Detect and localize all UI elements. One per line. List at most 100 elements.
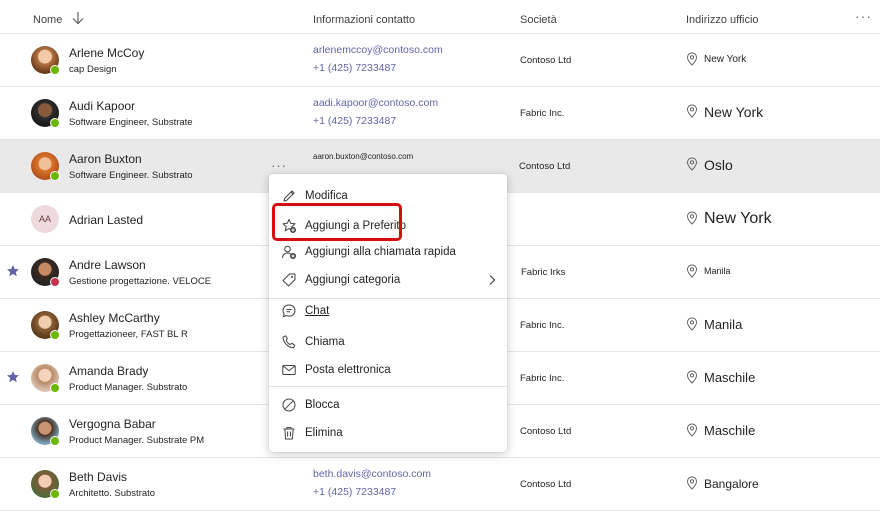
presence-available-icon (50, 489, 60, 499)
row-more-options-icon[interactable]: ··· (271, 158, 287, 173)
table-row[interactable]: Beth Davis Architetto. Substrato beth.da… (0, 458, 880, 511)
presence-available-icon (50, 436, 60, 446)
phone-icon (282, 335, 296, 349)
menu-divider (269, 386, 507, 387)
menu-item-label: Blocca (305, 399, 340, 411)
menu-item-label: Modifica (305, 190, 348, 202)
contact-email-link[interactable]: arlenemccoy@contoso.com (313, 44, 443, 56)
contact-name[interactable]: Audi Kapoor (69, 99, 135, 113)
office-address: Manila (704, 266, 731, 276)
presence-available-icon (50, 118, 60, 128)
trash-icon (283, 427, 295, 440)
contact-phone-link[interactable]: +1 (425) 7233487 (313, 62, 396, 74)
more-options-icon[interactable]: ··· (855, 8, 872, 24)
contact-name[interactable]: Vergogna Babar (69, 417, 156, 431)
office-address: Maschile (704, 423, 756, 438)
contact-company: Contoso Ltd (520, 479, 572, 490)
highlight-box (272, 203, 402, 241)
office-address: Oslo (704, 157, 733, 173)
person-add-icon (282, 245, 296, 259)
contact-title: Product Manager. Substrato (69, 382, 188, 393)
location-pin-icon (686, 317, 698, 331)
contact-name[interactable]: Beth Davis (69, 470, 127, 484)
location-pin-icon (686, 423, 698, 437)
menu-item-call[interactable]: Chiama (269, 329, 507, 355)
contact-name[interactable]: Arlene McCoy (69, 46, 144, 60)
favorite-star-icon (7, 265, 19, 277)
favorite-star-icon (7, 371, 19, 383)
menu-item-label: Posta elettronica (305, 364, 391, 376)
menu-item-label: Chiama (305, 336, 345, 348)
avatar (31, 152, 60, 181)
location-pin-icon (686, 476, 698, 490)
avatar (31, 364, 60, 393)
tag-icon (282, 273, 296, 287)
avatar: AA (31, 205, 59, 233)
menu-item-email[interactable]: Posta elettronica (269, 357, 507, 383)
presence-available-icon (50, 65, 60, 75)
contact-name[interactable]: Andre Lawson (69, 258, 146, 272)
contact-name[interactable]: Amanda Brady (69, 364, 148, 378)
block-icon (282, 398, 296, 412)
menu-item-delete[interactable]: Elimina (269, 420, 507, 446)
contact-company: Fabric Inc. (520, 108, 565, 119)
office-address: New York (704, 104, 764, 120)
office-address: Bangalore (704, 477, 759, 491)
location-pin-icon (686, 264, 698, 278)
menu-item-label: Aggiungi alla chiamata rapida (305, 246, 456, 258)
contact-email-link[interactable]: aadi.kapoor@contoso.com (313, 97, 438, 109)
table-row[interactable]: Arlene McCoy cap Design arlenemccoy@cont… (0, 34, 880, 87)
contact-name[interactable]: Adrian Lasted (69, 213, 143, 227)
location-pin-icon (686, 104, 698, 118)
contact-title: Architetto. Substrato (69, 488, 156, 499)
avatar-initials: AA (31, 205, 59, 233)
office-address: Manila (704, 317, 743, 332)
presence-available-icon (50, 330, 60, 340)
sort-descending-icon[interactable] (70, 10, 86, 26)
contact-name[interactable]: Aaron Buxton (69, 152, 142, 166)
column-header-name[interactable]: Nome (33, 14, 62, 26)
location-pin-icon (686, 211, 698, 225)
avatar (31, 46, 60, 75)
office-address: New York (704, 54, 747, 65)
chevron-right-icon (489, 275, 496, 285)
presence-available-icon (50, 171, 60, 181)
contact-name[interactable]: Ashley McCarthy (69, 311, 160, 325)
menu-item-block[interactable]: Blocca (269, 392, 507, 418)
menu-item-label: Elimina (305, 427, 343, 439)
contact-company: Fabric Inc. (520, 373, 565, 384)
location-pin-icon (686, 157, 698, 171)
presence-busy-icon (50, 277, 60, 287)
column-header-contact[interactable]: Informazioni contatto (313, 14, 415, 26)
contact-email-link[interactable]: beth.davis@contoso.com (313, 468, 431, 480)
column-header-office[interactable]: Indirizzo ufficio (686, 14, 759, 26)
chat-icon (282, 304, 296, 318)
office-address: Maschile (704, 370, 756, 385)
contact-title: Software Engineer. Substrato (69, 170, 193, 181)
contact-company: Fabric Irks (521, 267, 566, 278)
contact-title: Gestione progettazione. VELOCE (69, 276, 212, 287)
avatar (31, 311, 60, 340)
table-row[interactable]: Audi Kapoor Software Engineer, Substrate… (0, 87, 880, 140)
menu-item-chat[interactable]: Chat (269, 298, 507, 324)
contact-phone-link[interactable]: +1 (425) 7233487 (313, 115, 396, 127)
column-header-company[interactable]: Società (520, 14, 557, 26)
contact-email-link[interactable]: aaron.buxton@contoso.com (313, 152, 413, 161)
menu-item-add-category[interactable]: Aggiungi categoria (269, 267, 507, 293)
contact-title: Progettazioneer, FAST BL R (69, 329, 188, 340)
contact-phone-link[interactable]: +1 (425) 7233487 (313, 486, 396, 498)
location-pin-icon (686, 370, 698, 384)
mail-icon (282, 365, 296, 375)
pencil-icon (283, 190, 295, 202)
contact-title: Software Engineer, Substrate (69, 117, 193, 128)
contact-company: Contoso Ltd (520, 55, 572, 66)
menu-item-add-speed-dial[interactable]: Aggiungi alla chiamata rapida (269, 239, 507, 265)
menu-item-label: Aggiungi categoria (305, 274, 401, 286)
avatar (31, 417, 60, 446)
presence-available-icon (50, 383, 60, 393)
office-address: New York (704, 210, 772, 227)
contact-company: Fabric Inc. (520, 320, 565, 331)
location-pin-icon (686, 52, 698, 66)
contact-company: Contoso Ltd (519, 161, 571, 172)
contact-title: cap Design (69, 64, 117, 75)
